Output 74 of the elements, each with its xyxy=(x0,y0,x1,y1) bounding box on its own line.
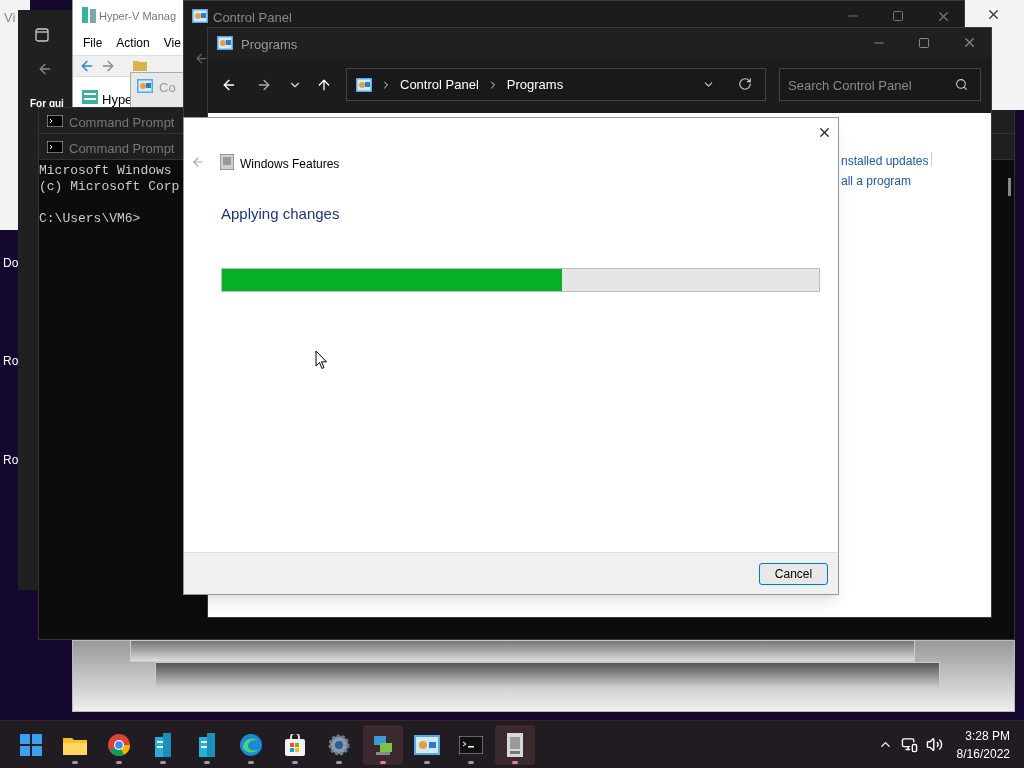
running-indicator xyxy=(292,760,298,764)
panel-icon xyxy=(35,28,49,42)
pointer-icon xyxy=(315,350,328,370)
window-stack-icon xyxy=(505,732,525,757)
window-stack-icon xyxy=(220,154,234,170)
control-panel-icon xyxy=(137,79,153,93)
running-indicator xyxy=(380,760,386,764)
clock-date[interactable]: 8/16/2022 xyxy=(956,744,1010,763)
forward-arrow-icon[interactable] xyxy=(256,77,272,93)
taskbar-button[interactable] xyxy=(363,724,403,765)
control-panel-icon xyxy=(414,734,440,755)
link[interactable]: nstalled updates xyxy=(841,152,929,170)
scrollbar-thumb xyxy=(1008,178,1011,196)
building-icon xyxy=(153,732,173,757)
desktop-icon-label[interactable]: Ro xyxy=(3,451,19,469)
menu-item[interactable]: Vie xyxy=(163,34,181,52)
window-title: Command Prompt xyxy=(69,140,175,158)
control-panel-icon xyxy=(356,77,372,92)
window-title: Hyper-V Manag xyxy=(99,9,177,24)
breadcrumb[interactable]: Control Panel xyxy=(400,74,479,95)
running-indicator xyxy=(116,760,122,764)
window-title: Programs xyxy=(241,36,298,54)
window-title: Co xyxy=(159,79,176,97)
address-bar[interactable]: Control Panel Programs xyxy=(346,68,766,101)
search-field[interactable]: Search Control Panel xyxy=(779,68,981,101)
dialog-title: Windows Features xyxy=(240,156,340,173)
network-icon[interactable] xyxy=(900,736,918,753)
link[interactable]: all a program xyxy=(841,172,929,190)
console-prompt: C:\Users\VM6> xyxy=(39,211,142,227)
control-panel-icon xyxy=(192,9,208,23)
console-line: (c) Microsoft Corp xyxy=(39,179,180,195)
close-icon[interactable] xyxy=(817,125,832,140)
search-input[interactable]: Search Control Panel xyxy=(788,76,948,96)
close-icon[interactable] xyxy=(986,7,1001,22)
running-indicator xyxy=(204,760,210,764)
menu-item[interactable]: Action xyxy=(116,34,150,52)
maximize-icon[interactable] xyxy=(918,37,930,49)
maximize-icon[interactable] xyxy=(892,10,904,22)
running-indicator xyxy=(512,760,518,764)
section-heading: For qui xyxy=(30,97,64,111)
menu-item[interactable]: File xyxy=(83,34,103,52)
terminal-icon xyxy=(47,115,63,127)
breadcrumb[interactable]: Programs xyxy=(506,74,564,95)
console-line: Microsoft Windows xyxy=(39,163,173,179)
running-indicator xyxy=(336,760,342,764)
refresh-icon[interactable] xyxy=(738,77,752,91)
server-icon xyxy=(81,7,97,23)
server-icon xyxy=(82,90,98,104)
edge-icon xyxy=(240,733,262,756)
terminal-icon xyxy=(459,735,483,754)
volume-icon[interactable] xyxy=(925,736,943,753)
cancel-button[interactable]: Cancel xyxy=(759,563,828,585)
control-panel-icon xyxy=(217,36,233,50)
running-indicator xyxy=(72,760,78,764)
taskbar-button[interactable] xyxy=(495,724,535,765)
running-indicator xyxy=(468,760,474,764)
chrome-icon xyxy=(108,733,130,756)
gear-icon xyxy=(328,733,350,756)
desktop-icon-label[interactable]: Ro xyxy=(3,352,19,370)
building-icon xyxy=(197,732,217,757)
window-title: Vi xyxy=(4,9,16,27)
desktop-icon-label[interactable]: Do xyxy=(3,254,19,272)
running-indicator xyxy=(248,760,254,764)
shopping-bag-icon xyxy=(284,733,306,756)
clock-time[interactable]: 3:28 PM xyxy=(965,726,1010,745)
running-indicator xyxy=(160,760,166,764)
window-title: Control Panel xyxy=(213,9,292,27)
search-icon[interactable] xyxy=(955,78,968,91)
dialog-heading: Applying changes xyxy=(221,204,340,224)
window-title: Command Prompt xyxy=(69,114,175,132)
running-indicator xyxy=(424,760,430,764)
windows-logo-icon xyxy=(20,733,42,756)
terminal-icon xyxy=(47,141,63,153)
computer-icon xyxy=(372,733,394,756)
